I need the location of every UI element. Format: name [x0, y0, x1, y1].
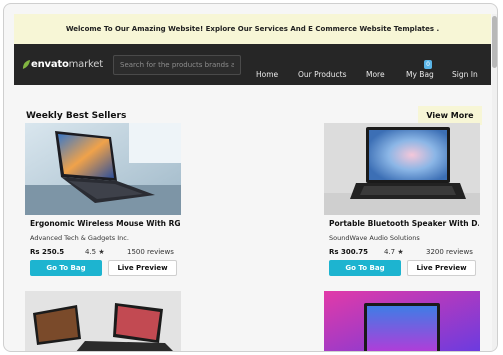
product-name[interactable]: Portable Bluetooth Speaker With D... — [329, 219, 479, 228]
live-preview-button[interactable]: Live Preview — [407, 260, 476, 276]
envato-logo[interactable]: envatomarket — [22, 57, 103, 71]
product-vendor: Advanced Tech & Gadgets Inc. — [30, 234, 129, 242]
product-price: Rs 300.75 — [329, 248, 369, 256]
nav-my-bag[interactable]: My Bag — [406, 70, 434, 79]
product-reviews: 3200 reviews — [426, 248, 473, 256]
product-card[interactable] — [25, 291, 181, 351]
logo-wordmark: envatomarket — [31, 58, 103, 70]
product-card[interactable] — [324, 291, 480, 351]
leaf-icon — [22, 59, 31, 69]
product-card[interactable]: Portable Bluetooth Speaker With D... Sou… — [324, 123, 480, 283]
page-viewport: Welcome To Our Amazing Website! Explore … — [14, 14, 491, 351]
nav-our-products[interactable]: Our Products — [298, 70, 347, 79]
product-image[interactable] — [324, 291, 480, 351]
product-card[interactable]: Ergonomic Wireless Mouse With RG... Adva… — [25, 123, 181, 283]
product-image[interactable] — [25, 123, 181, 215]
nav-sign-in[interactable]: Sign In — [452, 70, 478, 79]
product-image[interactable] — [324, 123, 480, 215]
go-to-bag-button[interactable]: Go To Bag — [329, 260, 401, 276]
browser-frame: Welcome To Our Amazing Website! Explore … — [3, 3, 498, 352]
section-title: Weekly Best Sellers — [26, 111, 127, 121]
bag-count-badge: 0 — [424, 60, 432, 69]
product-price: Rs 250.5 — [30, 248, 65, 256]
go-to-bag-button[interactable]: Go To Bag — [30, 260, 102, 276]
scrollbar-thumb[interactable] — [492, 16, 497, 68]
announcement-bar: Welcome To Our Amazing Website! Explore … — [14, 14, 491, 44]
product-rating: 4.7 ★ — [384, 248, 404, 256]
product-name[interactable]: Ergonomic Wireless Mouse With RG... — [30, 219, 180, 228]
nav-home[interactable]: Home — [256, 70, 278, 79]
product-reviews: 1500 reviews — [127, 248, 174, 256]
vertical-scrollbar[interactable] — [492, 14, 497, 351]
product-image[interactable] — [25, 291, 181, 351]
search-input[interactable] — [113, 55, 241, 75]
product-vendor: SoundWave Audio Solutions — [329, 234, 420, 242]
product-rating: 4.5 ★ — [85, 248, 105, 256]
announcement-text: Welcome To Our Amazing Website! Explore … — [65, 25, 440, 33]
nav-more[interactable]: More — [366, 70, 385, 79]
live-preview-button[interactable]: Live Preview — [108, 260, 177, 276]
